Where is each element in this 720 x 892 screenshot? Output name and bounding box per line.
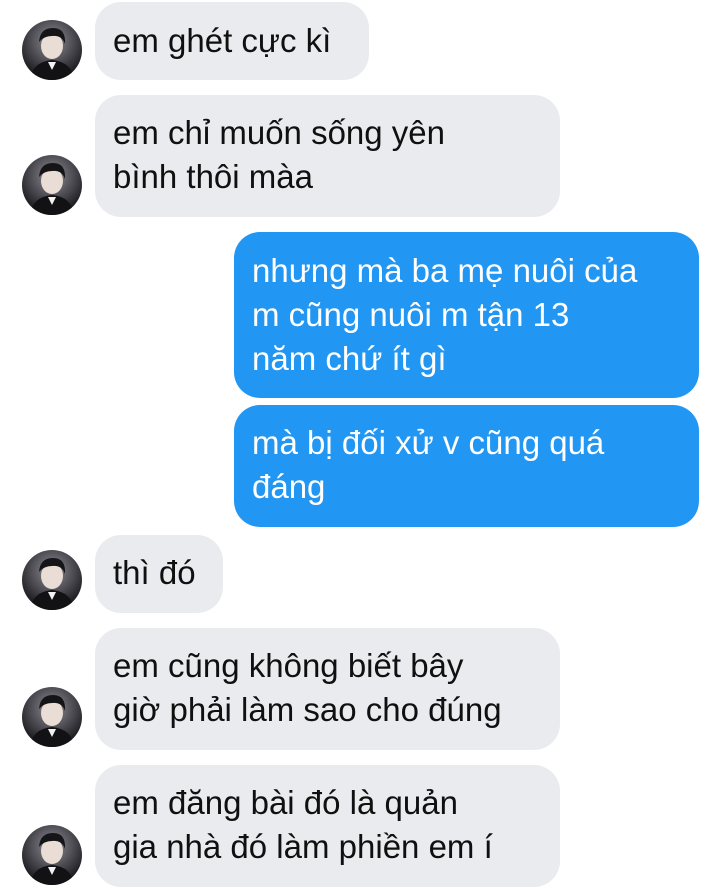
avatar-photo-icon [30,163,74,215]
contact-avatar[interactable] [22,825,82,885]
incoming-message: em ghét cực kì [95,2,369,80]
avatar-photo-icon [30,833,74,885]
contact-avatar[interactable] [22,155,82,215]
incoming-message: em chỉ muốn sống yên bình thôi màa [95,95,560,217]
contact-avatar[interactable] [22,20,82,80]
incoming-message: em cũng không biết bây giờ phải làm sao … [95,628,560,750]
avatar-photo-icon [30,558,74,610]
contact-avatar[interactable] [22,687,82,747]
contact-avatar[interactable] [22,550,82,610]
incoming-message: em đăng bài đó là quản gia nhà đó làm ph… [95,765,560,887]
incoming-message: thì đó [95,535,223,613]
outgoing-message: nhưng mà ba mẹ nuôi của m cũng nuôi m tậ… [234,232,699,398]
avatar-photo-icon [30,695,74,747]
avatar-photo-icon [30,28,74,80]
outgoing-message: mà bị đối xử v cũng quá đáng [234,405,699,527]
